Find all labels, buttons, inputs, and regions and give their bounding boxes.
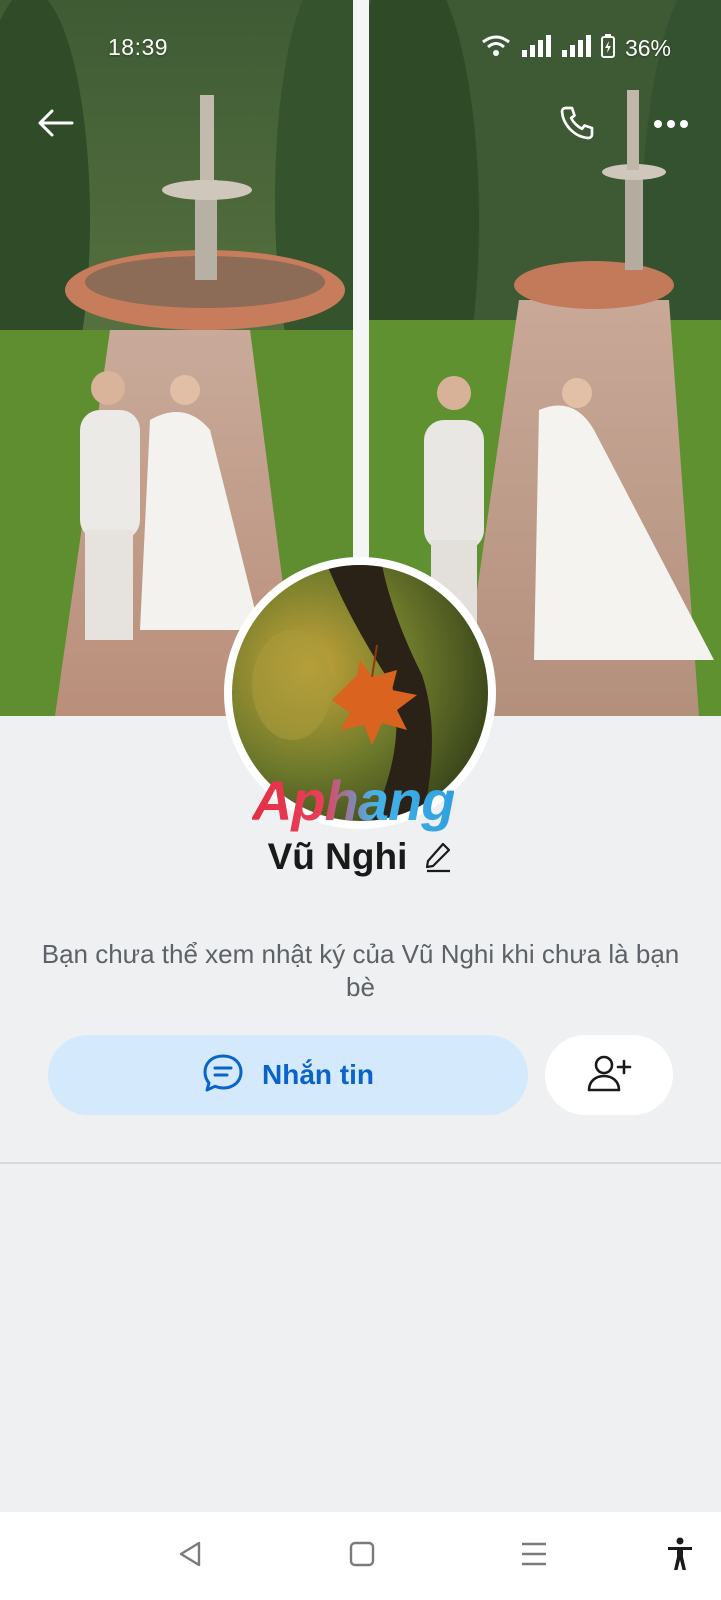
diary-privacy-note: Bạn chưa thể xem nhật ký của Vũ Nghi khi… — [41, 939, 680, 1002]
system-navigation-bar — [0, 1512, 721, 1600]
wifi-icon — [481, 34, 511, 63]
battery-icon — [600, 34, 615, 63]
section-divider — [0, 1162, 721, 1164]
nav-recents-button[interactable] — [508, 1530, 560, 1582]
battery-percent: 36% — [624, 35, 671, 61]
arrow-left-icon — [36, 108, 74, 143]
nav-home-button[interactable] — [336, 1530, 388, 1582]
add-friend-button[interactable] — [545, 1035, 673, 1115]
call-button[interactable] — [549, 97, 605, 153]
triangle-back-icon — [177, 1540, 203, 1573]
phone-icon — [557, 103, 597, 148]
status-bar: 18:39 36% — [0, 0, 721, 96]
accessibility-icon — [666, 1537, 694, 1576]
message-button-label: Nhắn tin — [262, 1059, 374, 1090]
more-options-button[interactable] — [643, 97, 699, 153]
profile-name: Vũ Nghi — [267, 836, 408, 877]
chat-bubble-icon — [202, 1053, 244, 1098]
status-time: 18:39 — [108, 34, 169, 60]
square-home-icon — [349, 1541, 375, 1572]
add-user-icon — [586, 1053, 632, 1098]
signal-1-icon — [521, 35, 551, 62]
watermark-logo: Aphang — [252, 769, 455, 832]
menu-lines-icon — [520, 1541, 548, 1572]
message-button[interactable]: Nhắn tin — [48, 1035, 528, 1115]
nav-back-button[interactable] — [164, 1530, 216, 1582]
profile-name-row: Vũ Nghi — [0, 836, 721, 878]
accessibility-button[interactable] — [654, 1530, 706, 1582]
pencil-icon[interactable] — [423, 841, 453, 873]
more-dots-icon — [653, 116, 689, 134]
signal-2-icon — [561, 35, 591, 62]
status-icons: 36% — [481, 34, 671, 63]
back-button[interactable] — [27, 97, 83, 153]
